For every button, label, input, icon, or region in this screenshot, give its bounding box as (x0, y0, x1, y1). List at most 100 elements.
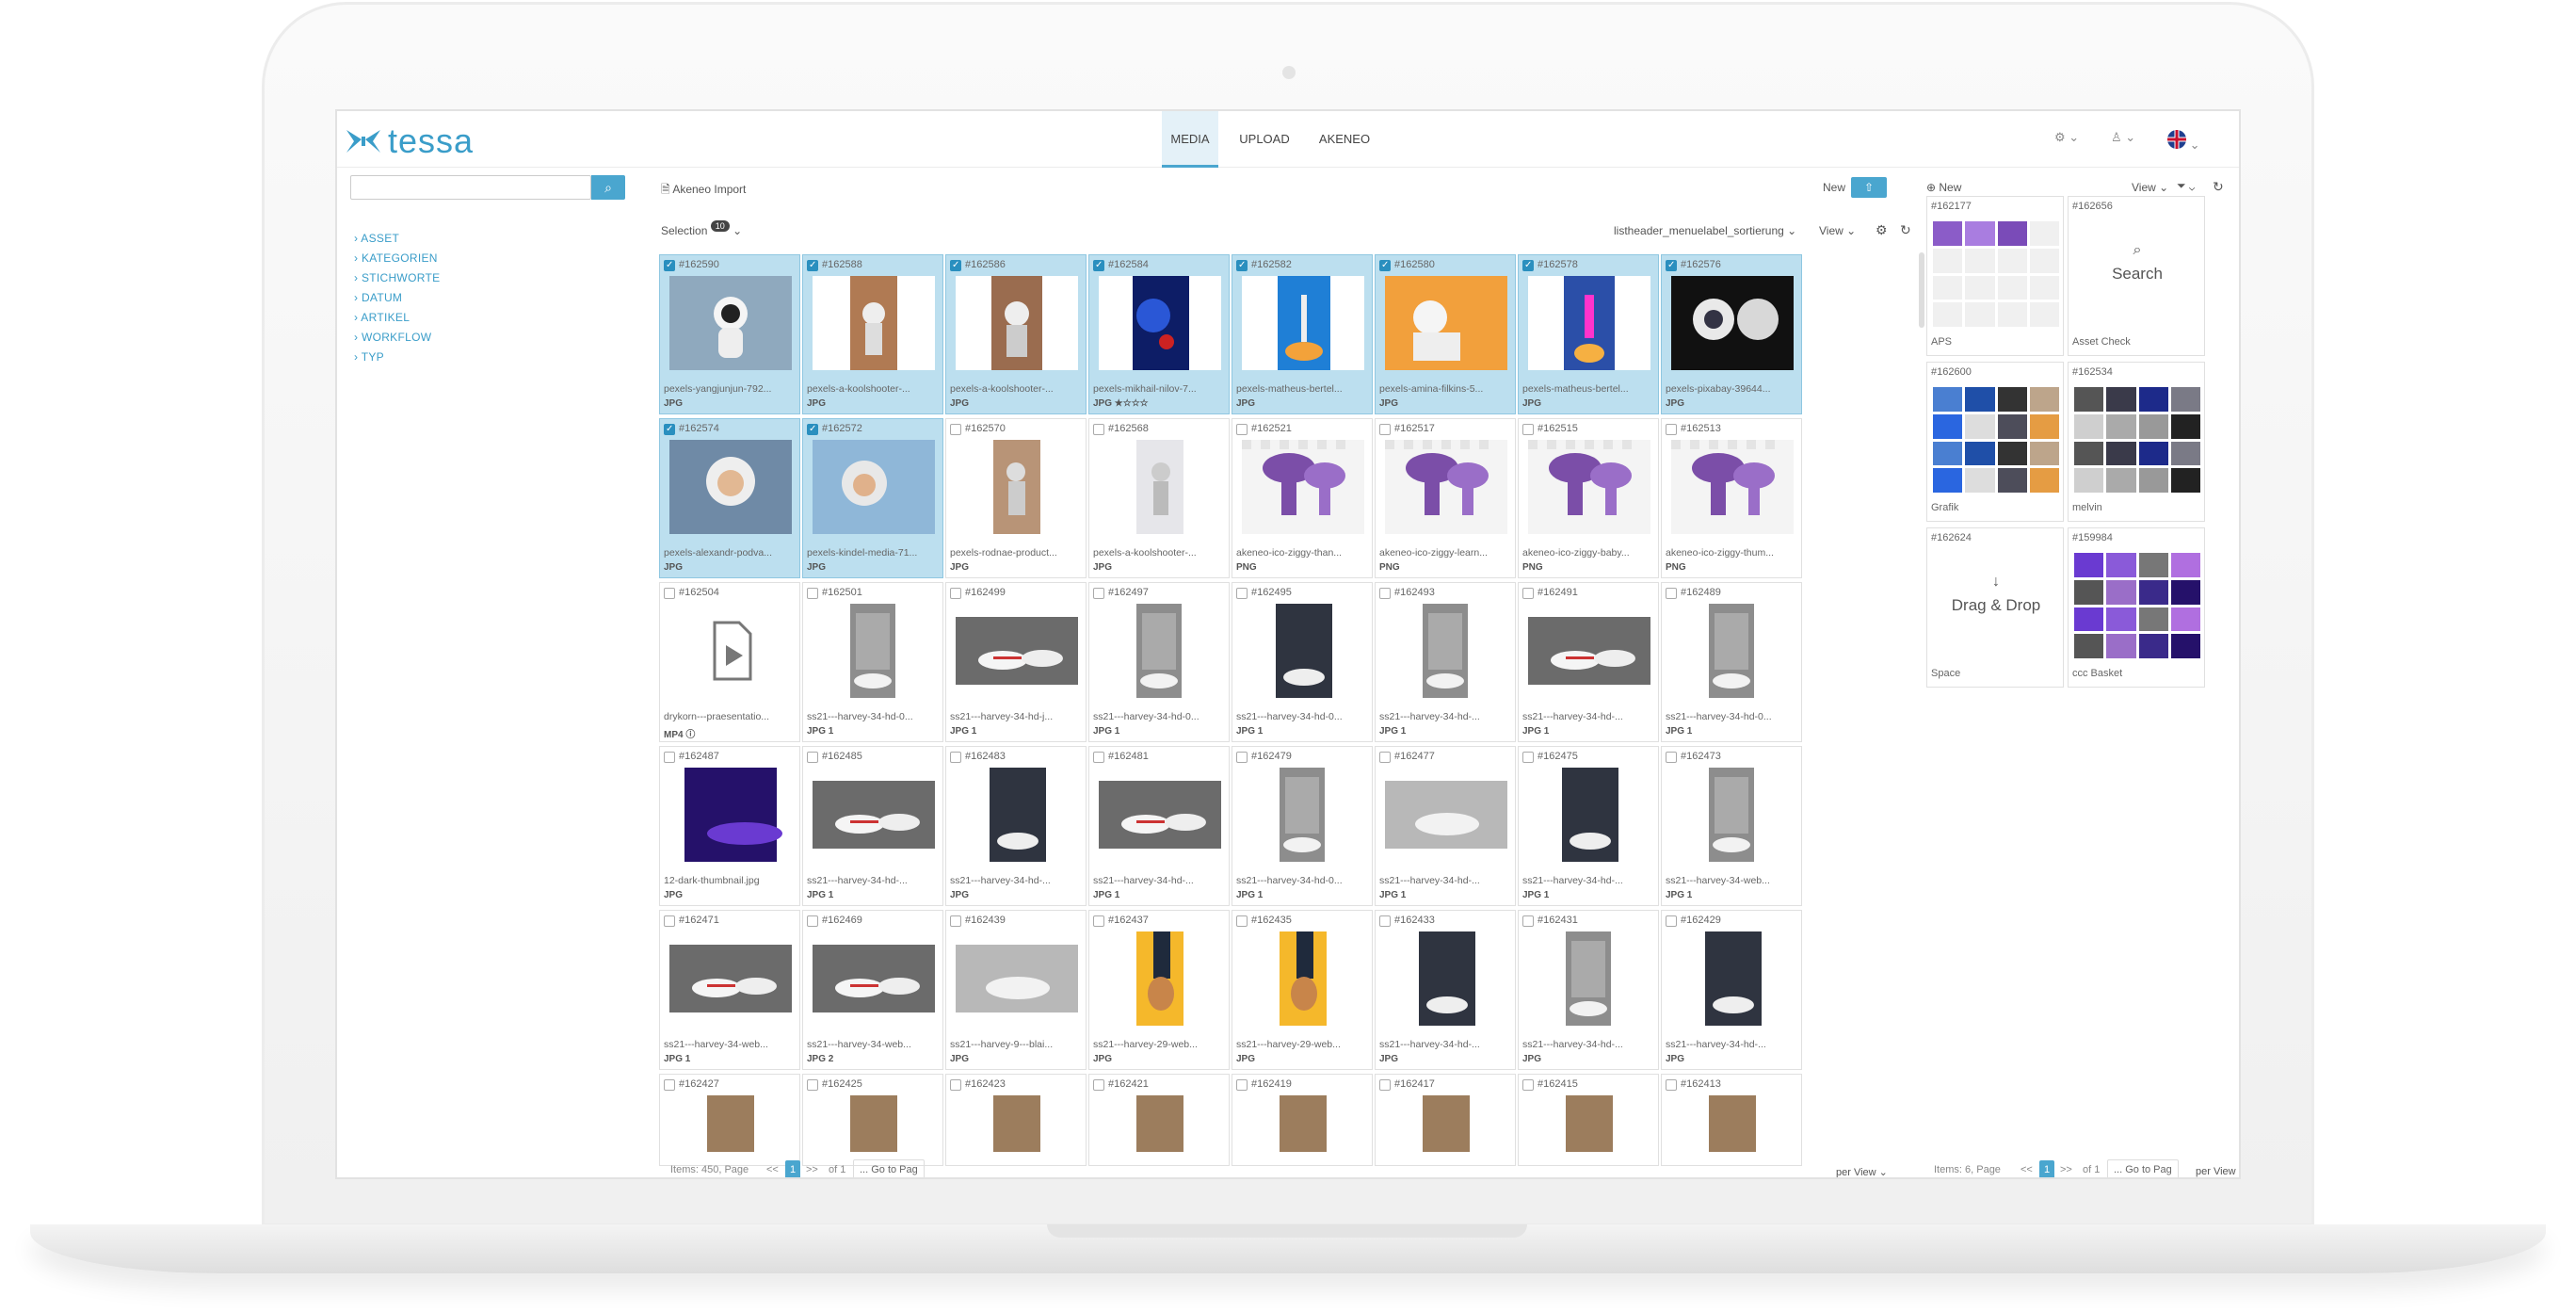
basket-per-view[interactable]: per View (2196, 1166, 2236, 1177)
tab-akeneo[interactable]: AKENEO (1307, 111, 1382, 168)
tile-checkbox[interactable] (807, 588, 818, 599)
tile-thumbnail[interactable] (813, 440, 935, 534)
basket-card[interactable]: #159984 ccc Basket (2068, 527, 2205, 688)
selection-dropdown[interactable]: Selection 10 ⌄ (661, 220, 742, 237)
asset-tile[interactable]: #162415 (1518, 1074, 1659, 1166)
tile-thumbnail[interactable] (813, 276, 935, 370)
per-view-dropdown[interactable]: per View ⌄ (1836, 1166, 1888, 1177)
tile-thumbnail[interactable] (669, 768, 792, 862)
asset-tile[interactable]: #162504 drykorn---praesentatio... MP4 ⓘ (659, 582, 800, 742)
tile-thumbnail[interactable] (1671, 1095, 1794, 1166)
asset-tile[interactable]: #162419 (1232, 1074, 1373, 1166)
asset-tile[interactable]: #162521 akeneo-ico-ziggy-than... PNG (1232, 418, 1373, 578)
tile-checkbox[interactable] (807, 1079, 818, 1091)
tile-thumbnail[interactable] (1385, 931, 1507, 1026)
asset-tile[interactable]: #162489 ss21---harvey-34-hd-0... JPG 1 (1661, 582, 1802, 742)
asset-tile[interactable]: #162580 pexels-amina-filkins-5... JPG (1375, 254, 1516, 414)
sort-dropdown[interactable]: listheader_menuelabel_sortierung ⌄ (1614, 224, 1796, 237)
akeneo-import-button[interactable]: 🗎 Akeneo Import (661, 181, 746, 201)
tile-checkbox[interactable] (1666, 1079, 1677, 1091)
asset-tile[interactable]: #162499 ss21---harvey-34-hd-j... JPG 1 (945, 582, 1087, 742)
tile-thumbnail[interactable] (956, 604, 1078, 698)
tile-checkbox[interactable] (664, 260, 675, 271)
tile-checkbox[interactable] (807, 260, 818, 271)
asset-tile[interactable]: #162487 12-dark-thumbnail.jpg JPG (659, 746, 800, 906)
tile-checkbox[interactable] (664, 424, 675, 435)
basket-card[interactable]: #162600 Grafik (1926, 362, 2064, 522)
tile-checkbox[interactable] (664, 752, 675, 763)
asset-tile[interactable]: #162515 akeneo-ico-ziggy-baby... PNG (1518, 418, 1659, 578)
tile-thumbnail[interactable] (956, 440, 1078, 534)
basket-search-zone[interactable]: ⌕ Search (2069, 242, 2206, 283)
asset-tile[interactable]: #162425 (802, 1074, 943, 1166)
tree-item[interactable]: › WORKFLOW (354, 331, 431, 344)
tile-checkbox[interactable] (1379, 915, 1391, 927)
tile-checkbox[interactable] (664, 1079, 675, 1091)
asset-tile[interactable]: #162435 ss21---harvey-29-web... JPG (1232, 910, 1373, 1070)
asset-tile[interactable]: #162481 ss21---harvey-34-hd-... JPG 1 (1088, 746, 1230, 906)
drop-zone[interactable]: ↓ Drag & Drop (1927, 574, 2065, 615)
pager-current[interactable]: 1 (785, 1160, 800, 1177)
tile-checkbox[interactable] (1236, 424, 1248, 435)
tile-thumbnail[interactable] (1671, 604, 1794, 698)
tab-media[interactable]: MEDIA (1162, 111, 1218, 168)
asset-tile[interactable]: #162423 (945, 1074, 1087, 1166)
asset-tile[interactable]: #162421 (1088, 1074, 1230, 1166)
tile-thumbnail[interactable] (1528, 768, 1650, 862)
asset-tile[interactable]: #162427 (659, 1074, 800, 1166)
tile-thumbnail[interactable] (1528, 931, 1650, 1026)
tile-checkbox[interactable] (1522, 588, 1534, 599)
tree-item[interactable]: › KATEGORIEN (354, 251, 438, 265)
asset-tile[interactable]: #162578 pexels-matheus-bertel... JPG (1518, 254, 1659, 414)
asset-tile[interactable]: #162582 pexels-matheus-bertel... JPG (1232, 254, 1373, 414)
tile-thumbnail[interactable] (813, 1095, 935, 1166)
tree-item[interactable]: › STICHWORTE (354, 271, 440, 284)
uk-flag-icon[interactable]: ⌄ (2167, 130, 2200, 153)
asset-tile[interactable]: #162584 pexels-mikhail-nilov-7... JPG ★☆☆☆ (1088, 254, 1230, 414)
gear-icon[interactable]: ⚙ ⌄ (2054, 130, 2079, 145)
asset-tile[interactable]: #162497 ss21---harvey-34-hd-0... JPG 1 (1088, 582, 1230, 742)
tile-thumbnail[interactable] (1099, 768, 1221, 862)
asset-tile[interactable]: #162513 akeneo-ico-ziggy-thum... PNG (1661, 418, 1802, 578)
search-button[interactable]: ⌕ (591, 175, 625, 200)
tile-checkbox[interactable] (1379, 260, 1391, 271)
tile-thumbnail[interactable] (956, 931, 1078, 1026)
tile-thumbnail[interactable] (1385, 1095, 1507, 1166)
tile-checkbox[interactable] (664, 588, 675, 599)
asset-tile[interactable]: #162469 ss21---harvey-34-web... JPG 2 (802, 910, 943, 1070)
tile-checkbox[interactable] (1666, 752, 1677, 763)
asset-tile[interactable]: #162570 pexels-rodnae-product... JPG (945, 418, 1087, 578)
tab-upload[interactable]: UPLOAD (1232, 111, 1297, 168)
tile-thumbnail[interactable] (1099, 440, 1221, 534)
tile-checkbox[interactable] (1093, 424, 1104, 435)
basket-card[interactable]: #162624 ↓ Drag & Drop Space (1926, 527, 2064, 688)
basket-pager-prev[interactable]: << (2021, 1164, 2033, 1175)
asset-tile[interactable]: #162439 ss21---harvey-9---blai... JPG (945, 910, 1087, 1070)
asset-tile[interactable]: #162493 ss21---harvey-34-hd-... JPG 1 (1375, 582, 1516, 742)
pager-next[interactable]: >> (806, 1164, 818, 1175)
tile-thumbnail[interactable] (1242, 604, 1364, 698)
tree-item[interactable]: › ARTIKEL (354, 311, 410, 324)
asset-tile[interactable]: #162429 ss21---harvey-34-hd-... JPG (1661, 910, 1802, 1070)
basket-view-dropdown[interactable]: View ⌄ (2132, 181, 2168, 194)
tile-thumbnail[interactable] (1242, 1095, 1364, 1166)
tile-thumbnail[interactable] (813, 768, 935, 862)
tile-thumbnail[interactable] (1385, 276, 1507, 370)
tile-thumbnail[interactable] (813, 604, 935, 698)
tile-checkbox[interactable] (1522, 260, 1534, 271)
tile-checkbox[interactable] (807, 915, 818, 927)
basket-card[interactable]: #162534 melvin (2068, 362, 2205, 522)
tile-checkbox[interactable] (1522, 915, 1534, 927)
asset-tile[interactable]: #162433 ss21---harvey-34-hd-... JPG (1375, 910, 1516, 1070)
asset-tile[interactable]: #162495 ss21---harvey-34-hd-0... JPG 1 (1232, 582, 1373, 742)
asset-tile[interactable]: #162568 pexels-a-koolshooter-... JPG (1088, 418, 1230, 578)
basket-card[interactable]: #162656 ⌕ Search Asset Check (2068, 196, 2205, 356)
asset-tile[interactable]: #162588 pexels-a-koolshooter-... JPG (802, 254, 943, 414)
tile-checkbox[interactable] (1236, 752, 1248, 763)
tile-thumbnail[interactable] (1528, 276, 1650, 370)
tile-checkbox[interactable] (950, 915, 961, 927)
basket-goto-input[interactable]: ... Go to Pag (2107, 1159, 2179, 1177)
tree-item[interactable]: › TYP (354, 350, 384, 364)
tile-checkbox[interactable] (950, 588, 961, 599)
basket-card[interactable]: #162177 APS (1926, 196, 2064, 356)
